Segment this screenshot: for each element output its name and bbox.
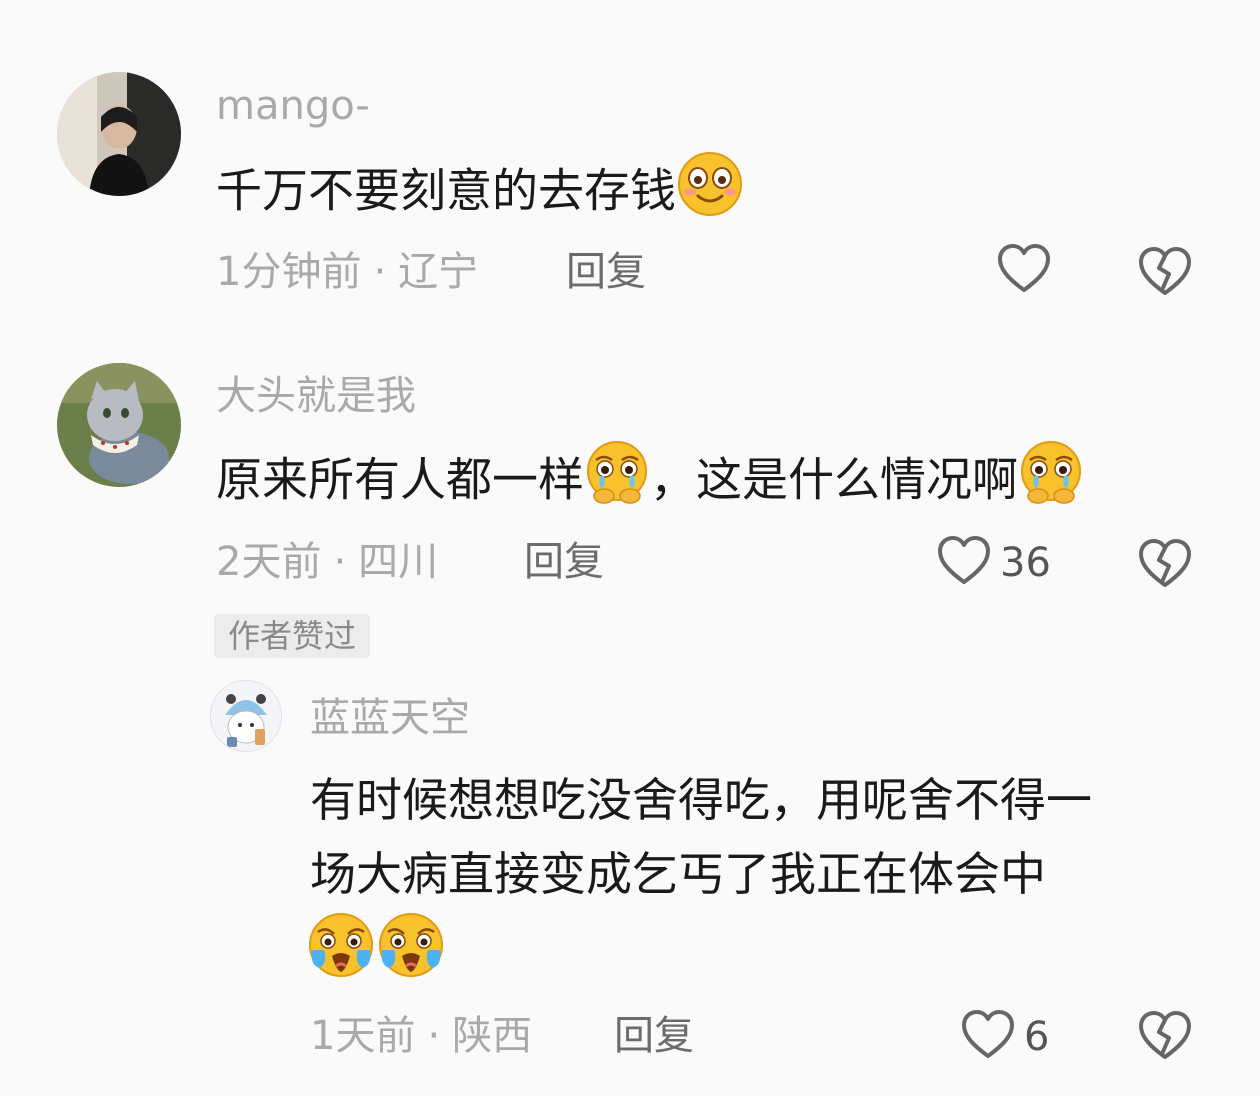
like-button[interactable]	[996, 242, 1052, 300]
avatar[interactable]	[210, 680, 282, 752]
time: 1天前	[310, 1013, 416, 1059]
loudly-crying-face-icon	[376, 910, 446, 1000]
separator: ·	[427, 1013, 441, 1059]
comment-meta: 2天前 · 四川	[216, 538, 438, 586]
comment-3: 蓝蓝天空 有时候想想吃没舍得吃，用呢舍不得一 场大病直接变成乞丐了我正在体会中	[0, 670, 1260, 1096]
avatar[interactable]	[57, 72, 181, 196]
comment-text-content: 千万不要刻意的去存钱	[216, 163, 676, 218]
heart-icon	[996, 242, 1052, 300]
time: 1分钟前	[216, 249, 362, 295]
smiling-face-icon	[676, 150, 744, 238]
broken-heart-icon	[1136, 1011, 1194, 1066]
comment-1: mango- 千万不要刻意的去存钱 1分钟前 · 辽宁 回复	[0, 0, 1260, 330]
separator: ·	[333, 539, 347, 585]
author-liked-badge: 作者赞过	[214, 614, 371, 658]
comment-2: 大头就是我 原来所有人都一样 ，这是什么情况啊 2天前 · 四川 回复 36 作…	[0, 330, 1260, 670]
comment-text-line1: 有时候想想吃没舍得吃，用呢舍不得一	[310, 773, 1092, 827]
heart-icon	[936, 534, 992, 592]
username[interactable]: mango-	[216, 82, 370, 130]
pleading-face-icon	[584, 440, 650, 526]
dislike-button[interactable]	[1136, 244, 1194, 302]
dislike-button[interactable]	[1136, 536, 1194, 594]
comment-meta: 1分钟前 · 辽宁	[216, 248, 478, 296]
username[interactable]: 蓝蓝天空	[310, 694, 470, 742]
location: 辽宁	[398, 249, 479, 295]
comment-emoji-line	[306, 910, 446, 1000]
reply-button[interactable]: 回复	[524, 538, 604, 586]
avatar[interactable]	[57, 363, 181, 487]
comment-text: 原来所有人都一样 ，这是什么情况啊	[216, 440, 1084, 526]
loudly-crying-face-icon	[306, 910, 376, 1000]
separator: ·	[373, 249, 387, 295]
broken-heart-icon	[1136, 247, 1194, 302]
location: 四川	[358, 539, 439, 585]
comment-text-part2: ，这是什么情况啊	[650, 452, 1018, 507]
dislike-button[interactable]	[1136, 1008, 1194, 1066]
comment-text-part1: 原来所有人都一样	[216, 452, 584, 507]
reply-button[interactable]: 回复	[614, 1012, 694, 1060]
location: 陕西	[452, 1013, 533, 1059]
comment-text-line2: 场大病直接变成乞丐了我正在体会中	[310, 847, 1046, 901]
reply-button[interactable]: 回复	[566, 248, 646, 296]
comment-meta: 1天前 · 陕西	[310, 1012, 532, 1060]
like-count: 6	[1024, 1014, 1050, 1060]
time: 2天前	[216, 539, 322, 585]
like-button[interactable]: 36	[936, 534, 1051, 592]
username[interactable]: 大头就是我	[216, 372, 416, 420]
like-button[interactable]: 6	[960, 1008, 1049, 1066]
heart-icon	[960, 1008, 1016, 1066]
broken-heart-icon	[1136, 539, 1194, 594]
like-count: 36	[1000, 540, 1051, 586]
pleading-face-icon	[1018, 440, 1084, 526]
comment-text: 千万不要刻意的去存钱	[216, 150, 744, 238]
